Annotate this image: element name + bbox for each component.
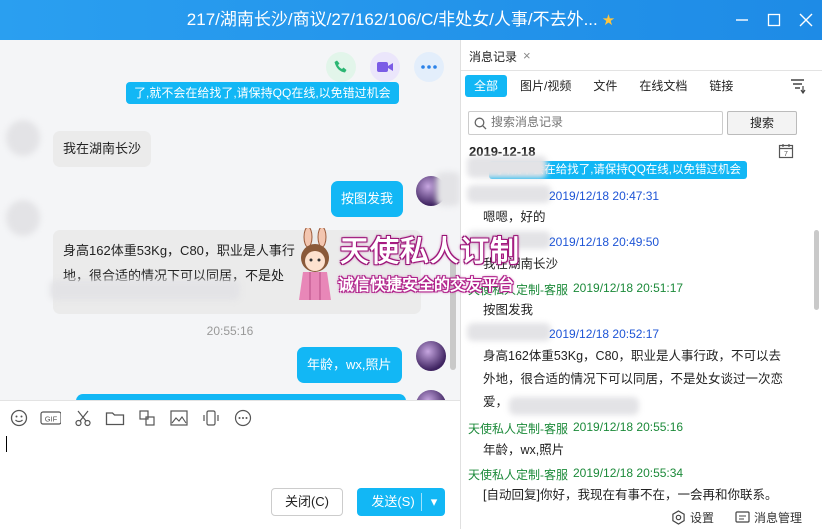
- history-scrollbar[interactable]: [814, 230, 819, 310]
- settings-icon: [672, 510, 685, 525]
- chat-timestamp: 20:55:16: [206, 324, 254, 338]
- search-icon: [474, 117, 487, 130]
- top-message-snippet[interactable]: 了,就不会在给找了,请保持QQ在线,以免错过机会: [126, 82, 399, 104]
- settings-button[interactable]: 设置: [671, 509, 714, 526]
- blurred-sender: [467, 185, 551, 203]
- search-input[interactable]: [491, 115, 716, 129]
- window-title: 217/湖南长沙/商议/27/162/106/C/非处女/人事/不去外... ★: [0, 0, 712, 40]
- history-footer: 设置 消息管理: [461, 505, 822, 529]
- blurred-region: [50, 280, 240, 300]
- history-timestamp: 2019/12/18 20:55:16: [573, 420, 684, 434]
- svg-text:GIF: GIF: [45, 414, 58, 423]
- chat-area[interactable]: 了,就不会在给找了,请保持QQ在线,以免错过机会 我在湖南长沙 按图发我 身高1…: [0, 40, 460, 400]
- history-timestamp: 2019/12/18 20:52:17: [549, 327, 660, 341]
- message-manage-icon: [735, 511, 750, 523]
- minimize-button[interactable]: [726, 0, 758, 40]
- search-button[interactable]: 搜索: [727, 111, 797, 135]
- message-out[interactable]: 按图发我: [331, 181, 404, 217]
- history-sender: 天使私人定制-客服: [468, 422, 568, 436]
- phone-icon[interactable]: [326, 52, 356, 82]
- close-button[interactable]: 关闭(C): [271, 488, 343, 516]
- message-in[interactable]: 我在湖南长沙: [53, 131, 152, 167]
- more-options-icon[interactable]: [232, 407, 253, 428]
- settings-label: 设置: [690, 511, 715, 525]
- svg-text:7: 7: [784, 151, 788, 158]
- folder-icon[interactable]: [104, 407, 125, 428]
- calendar-icon[interactable]: 7: [778, 143, 794, 162]
- scissors-icon[interactable]: [72, 407, 93, 428]
- close-icon[interactable]: ×: [523, 48, 531, 63]
- tab-divider: [461, 70, 822, 71]
- watermark-character: [299, 228, 331, 300]
- my-avatar[interactable]: [416, 390, 446, 400]
- title-bar: 217/湖南长沙/商议/27/162/106/C/非处女/人事/不去外... ★: [0, 0, 822, 40]
- filter-links[interactable]: 链接: [700, 75, 742, 97]
- chevron-down-icon[interactable]: ▾: [424, 488, 444, 516]
- filter-all[interactable]: 全部: [465, 75, 508, 97]
- history-timestamp: 2019/12/18 20:51:17: [573, 281, 684, 295]
- watermark-subtitle: 诚信快捷安全的交友平台: [338, 275, 515, 294]
- filter-images-videos[interactable]: 图片/视频: [511, 75, 580, 97]
- send-label: 发送(S): [371, 494, 415, 509]
- blurred-region: [436, 172, 460, 206]
- video-icon[interactable]: [370, 52, 400, 82]
- close-window-button[interactable]: [790, 0, 822, 40]
- image-icon[interactable]: [168, 407, 189, 428]
- blurred-region: [467, 156, 547, 178]
- star-icon[interactable]: ★: [602, 12, 615, 29]
- composer-toolbar: GIF: [0, 400, 460, 434]
- text-caret: [6, 436, 7, 452]
- history-sender: 天使私人定制-客服: [468, 468, 568, 482]
- message-manage-label: 消息管理: [754, 511, 803, 525]
- watermark: 天使私人订制 诚信快捷安全的交友平台: [290, 228, 555, 304]
- emoji-icon[interactable]: [8, 407, 29, 428]
- send-separator: [421, 493, 422, 511]
- filter-files[interactable]: 文件: [584, 75, 626, 97]
- message-out[interactable]: 年龄，wx,照片: [297, 347, 402, 383]
- message-manage-button[interactable]: 消息管理: [735, 509, 802, 526]
- watermark-title: 天使私人订制: [340, 234, 521, 268]
- contact-avatar-blurred: [6, 120, 40, 156]
- history-message-line: 外地，很合适的情况下可以同居，不是处女谈过一次恋: [483, 372, 784, 386]
- window-title-text: 217/湖南长沙/商议/27/162/106/C/非处女/人事/不去外...: [186, 10, 598, 29]
- gif-icon[interactable]: GIF: [40, 407, 61, 428]
- contact-avatar-blurred: [6, 200, 40, 236]
- my-avatar[interactable]: [416, 341, 446, 371]
- history-filters: 全部 图片/视频 文件 在线文档 链接: [465, 75, 742, 99]
- shake-icon[interactable]: [200, 407, 221, 428]
- filter-icon[interactable]: [790, 78, 808, 97]
- history-timestamp: 2019/12/18 20:49:50: [549, 235, 660, 249]
- filter-online-docs[interactable]: 在线文档: [630, 75, 696, 97]
- history-message[interactable]: [自动回复]你好，我现在有事不在，一会再和你联系。: [483, 484, 777, 507]
- history-search[interactable]: [468, 111, 723, 135]
- blurred-sender: [467, 323, 551, 341]
- history-message[interactable]: 年龄，wx,照片: [483, 439, 564, 462]
- history-message[interactable]: 嗯嗯，好的: [483, 206, 546, 229]
- maximize-button[interactable]: [758, 0, 790, 40]
- more-icon[interactable]: [414, 52, 444, 82]
- history-timestamp: 2019/12/18 20:55:34: [573, 466, 684, 480]
- history-timestamp: 2019/12/18 20:47:31: [549, 189, 660, 203]
- chat-actions: [326, 52, 444, 82]
- tab-message-history[interactable]: 消息记录: [469, 48, 517, 65]
- history-message-line: 身高162体重53Kg，C80，职业是人事行政，不可以去: [483, 349, 781, 363]
- blurred-region: [509, 397, 639, 415]
- screenshot-icon[interactable]: [136, 407, 157, 428]
- send-button[interactable]: 发送(S) ▾: [357, 488, 445, 516]
